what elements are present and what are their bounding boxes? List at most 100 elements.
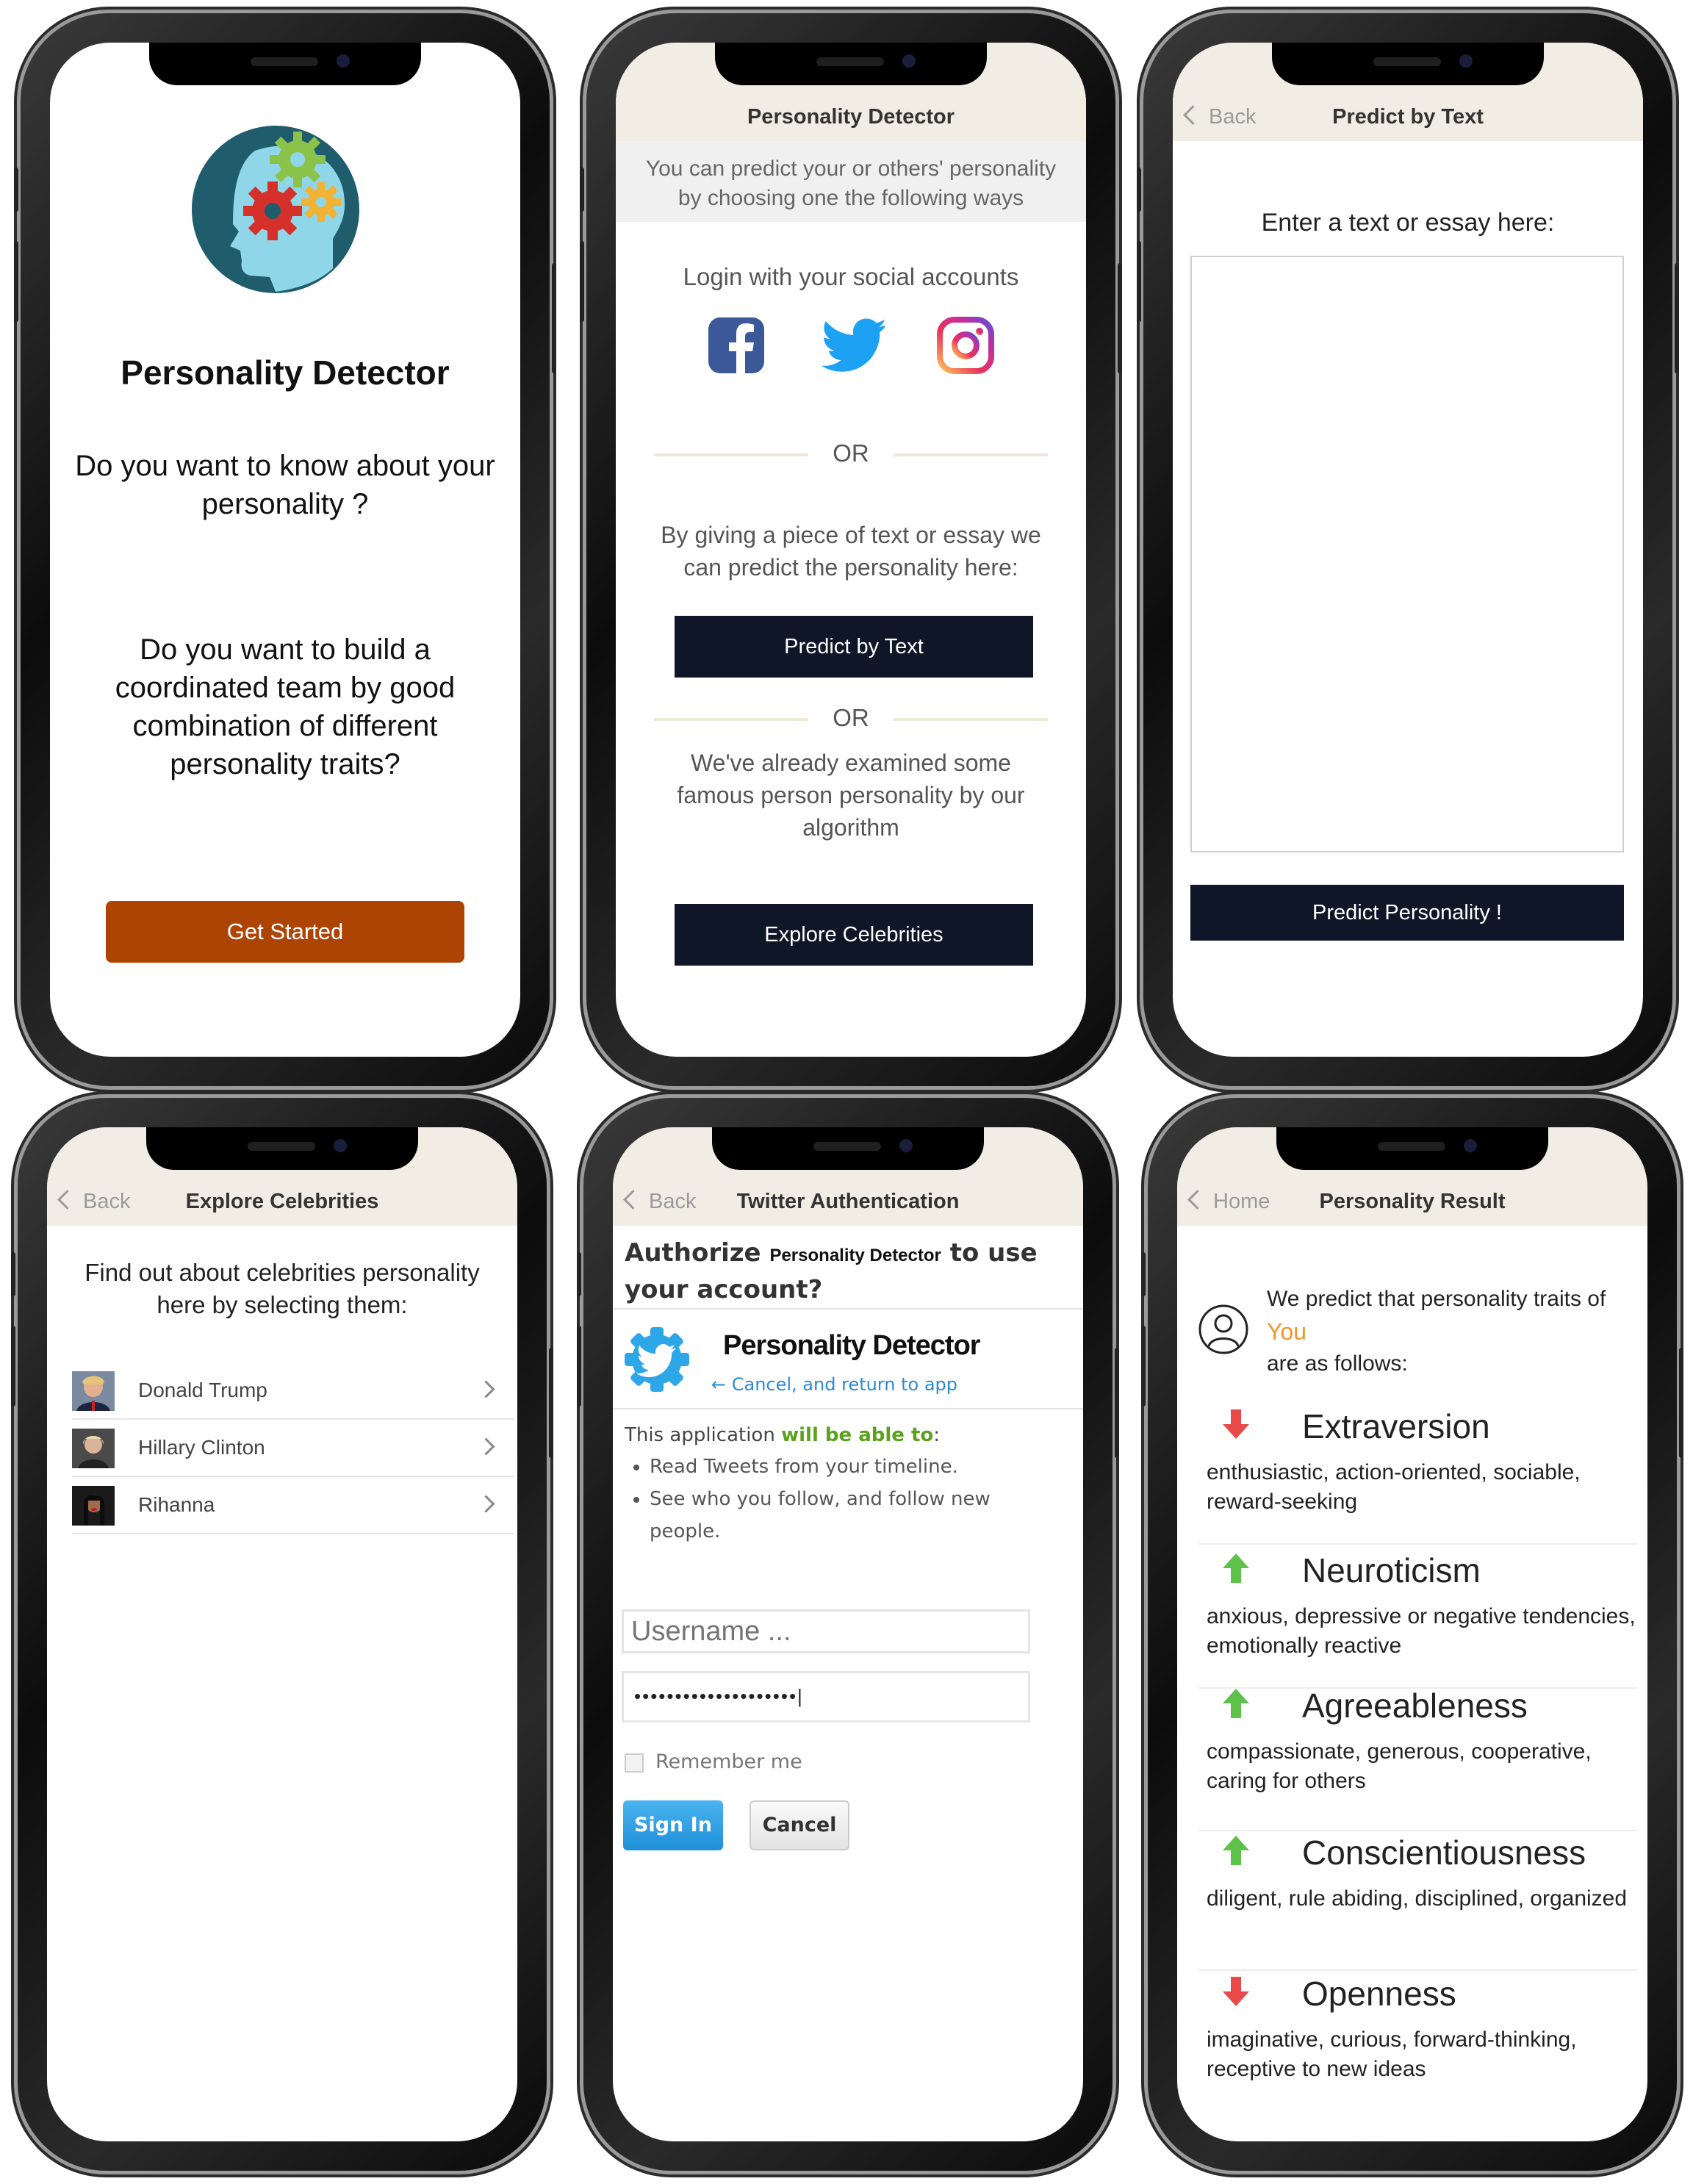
app-name: Personality Detector: [723, 1330, 981, 1361]
celebrity-name: Hillary Clinton: [138, 1436, 265, 1459]
trait-description: compassionate, generous, cooperative, ca…: [1207, 1739, 1592, 1793]
avatar-donald-trump: [72, 1371, 115, 1411]
intro-text: You can predict your or others' personal…: [645, 157, 1057, 210]
list-item[interactable]: Rihanna: [72, 1476, 514, 1534]
question-know-personality: Do you want to know about your personali…: [75, 450, 495, 520]
or-divider-1: OR: [654, 439, 1048, 469]
trait-description: enthusiastic, action-oriented, sociable,…: [1207, 1460, 1581, 1514]
twitter-auth-screen: Back Twitter Authentication Authorize Pe…: [613, 1127, 1083, 2141]
celebrities-intro: Find out about celebrities personality h…: [85, 1259, 480, 1318]
celebrity-prompt: We've already examined some famous perso…: [677, 750, 1025, 841]
list-item[interactable]: Donald Trump: [72, 1361, 514, 1420]
intro-banner: You can predict your or others' personal…: [616, 141, 1086, 222]
trait-name: Agreeableness: [1302, 1687, 1528, 1725]
trait-name: Extraversion: [1302, 1407, 1490, 1445]
sign-in-button[interactable]: Sign In: [623, 1800, 723, 1850]
header-title: Personality Result: [1319, 1190, 1506, 1213]
prediction-subject: You: [1267, 1318, 1306, 1345]
prediction-line3: are as follows:: [1267, 1351, 1408, 1376]
or-divider-2: OR: [654, 704, 1048, 733]
get-started-button[interactable]: Get Started: [106, 901, 464, 963]
trait-neuroticism: Neuroticism anxious, depressive or negat…: [1199, 1548, 1637, 1689]
arrow-up-icon: [1223, 1553, 1249, 1583]
phone-frame-predict-text: Back Predict by Text Enter a text or ess…: [1137, 13, 1679, 1086]
social-label: Login with your social accounts: [683, 263, 1019, 290]
perm-pre: This application: [625, 1424, 775, 1446]
chevron-right-icon: [477, 1380, 495, 1398]
username-input[interactable]: [622, 1609, 1030, 1653]
cancel-button[interactable]: Cancel: [750, 1800, 849, 1850]
notch: [149, 43, 421, 85]
arrow-down-icon: [1223, 1977, 1249, 2006]
list-item[interactable]: Hillary Clinton: [72, 1418, 514, 1477]
phone-frame-home: Personality Detector You can predict you…: [580, 13, 1122, 1086]
trait-name: Conscientiousness: [1302, 1833, 1586, 1872]
twitter-icon[interactable]: [822, 317, 885, 373]
predict-personality-button[interactable]: Predict Personality !: [1190, 885, 1624, 941]
authorize-post: to use: [949, 1238, 1038, 1268]
notch: [712, 1127, 984, 1170]
celebrities-screen: Back Explore Celebrities Find out about …: [47, 1127, 517, 2141]
permission-item: See who you follow, and follow new peopl…: [650, 1483, 1046, 1548]
facebook-icon[interactable]: [707, 316, 766, 375]
trait-name: Neuroticism: [1302, 1551, 1481, 1589]
header-title: Twitter Authentication: [736, 1190, 960, 1213]
authorize-pre: Authorize: [625, 1238, 761, 1268]
trait-agreeableness: Agreeableness compassionate, generous, c…: [1199, 1683, 1637, 1831]
phone-frame-celebrities: Back Explore Celebrities Find out about …: [11, 1098, 553, 2171]
brain-gears-logo: [192, 126, 359, 293]
divider: [613, 1308, 1083, 1310]
permissions-heading: This application will be able to:: [625, 1424, 940, 1446]
password-value: ••••••••••••••••••••|: [634, 1685, 804, 1707]
prediction-intro: We predict that personality traits of Yo…: [1267, 1283, 1642, 1380]
remember-me-row[interactable]: Remember me: [625, 1750, 802, 1773]
authorize-line2: your account?: [625, 1275, 823, 1304]
notch: [1272, 43, 1544, 85]
trait-description: diligent, rule abiding, disciplined, org…: [1207, 1886, 1628, 1911]
celebrity-name: Rihanna: [138, 1493, 215, 1516]
user-icon: [1198, 1304, 1248, 1354]
trait-openness: Openness imaginative, curious, forward-t…: [1199, 1971, 1637, 2111]
notch: [1276, 1127, 1548, 1170]
celebrity-name: Donald Trump: [138, 1379, 267, 1401]
twitter-bird-badge-icon: [625, 1327, 689, 1392]
arrow-up-icon: [1223, 1836, 1249, 1865]
phone-frame-result: Home Personality Result We predict that …: [1141, 1098, 1683, 2171]
permission-list: Read Tweets from your timeline. See who …: [613, 1451, 1046, 1548]
perm-strong: will be able to: [781, 1424, 934, 1446]
trait-description: imaginative, curious, forward-thinking, …: [1207, 2027, 1577, 2081]
phone-frame-twitter-auth: Back Twitter Authentication Authorize Pe…: [577, 1098, 1119, 2171]
permission-item: Read Tweets from your timeline.: [650, 1451, 1046, 1483]
question-build-team: Do you want to build a coordinated team …: [115, 633, 456, 780]
prediction-line1: We predict that personality traits of: [1267, 1287, 1606, 1311]
chevron-right-icon: [477, 1495, 495, 1513]
trait-description: anxious, depressive or negative tendenci…: [1207, 1604, 1636, 1658]
authorize-heading: Authorize Personality Detector to use yo…: [625, 1236, 1065, 1307]
chevron-right-icon: [477, 1437, 495, 1456]
trait-name: Openness: [1302, 1975, 1456, 2013]
instagram-icon[interactable]: [936, 316, 995, 375]
remember-me-checkbox[interactable]: [625, 1753, 644, 1772]
remember-me-label: Remember me: [655, 1750, 802, 1773]
text-prompt: By giving a piece of text or essay we ca…: [661, 522, 1041, 581]
arrow-up-icon: [1223, 1689, 1249, 1718]
essay-prompt: Enter a text or essay here:: [1261, 209, 1555, 237]
cancel-return-link[interactable]: ← Cancel, and return to app: [711, 1374, 957, 1395]
perm-colon: :: [933, 1424, 941, 1446]
predict-text-screen: Back Predict by Text Enter a text or ess…: [1173, 43, 1643, 1057]
header-title: Personality Detector: [747, 105, 955, 129]
avatar-hillary-clinton: [72, 1429, 115, 1468]
trait-conscientiousness: Conscientiousness diligent, rule abiding…: [1199, 1830, 1637, 1971]
notch: [715, 43, 987, 85]
explore-celebrities-button[interactable]: Explore Celebrities: [675, 904, 1033, 966]
or-label: OR: [833, 704, 869, 731]
divider: [613, 1408, 1083, 1409]
home-screen: Personality Detector You can predict you…: [616, 43, 1086, 1057]
predict-by-text-button[interactable]: Predict by Text: [675, 616, 1033, 678]
welcome-screen: Personality Detector Do you want to know…: [50, 43, 520, 1057]
or-label: OR: [833, 439, 869, 467]
app-title: Personality Detector: [121, 353, 450, 392]
header-title: Predict by Text: [1332, 105, 1484, 129]
password-input[interactable]: ••••••••••••••••••••|: [622, 1671, 1030, 1723]
essay-textarea[interactable]: [1190, 256, 1624, 852]
